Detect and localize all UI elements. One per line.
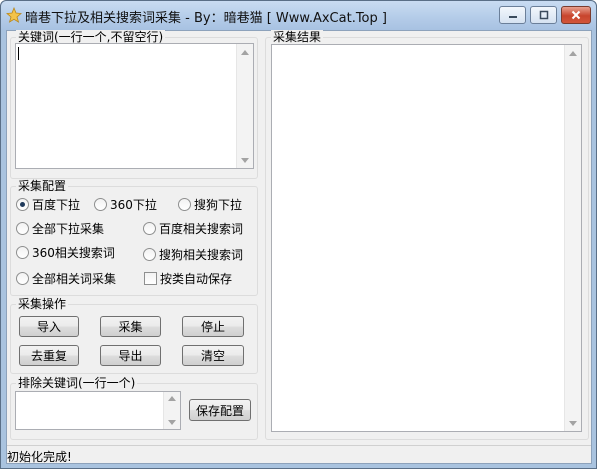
save-config-button[interactable]: 保存配置 <box>189 399 251 421</box>
status-text: 初始化完成! <box>7 450 72 464</box>
close-icon <box>571 10 581 20</box>
option-sogou-dropdown[interactable]: 搜狗下拉 <box>178 196 242 213</box>
scroll-down-icon[interactable] <box>565 415 581 431</box>
option-sogou-related[interactable]: 搜狗相关搜索词 <box>143 246 243 263</box>
config-label: 采集配置 <box>16 179 69 193</box>
keywords-group: 关键词(一行一个,不留空行) <box>10 30 258 179</box>
radio-selected-icon[interactable] <box>16 198 29 211</box>
exclude-scrollbar[interactable] <box>163 392 180 429</box>
actions-label: 采集操作 <box>16 297 69 311</box>
option-baidu-related[interactable]: 百度相关搜索词 <box>143 220 243 237</box>
option-360-dropdown[interactable]: 360下拉 <box>94 196 157 213</box>
results-output[interactable] <box>271 44 582 432</box>
clear-button[interactable]: 清空 <box>182 345 244 366</box>
option-baidu-dropdown[interactable]: 百度下拉 <box>16 196 80 213</box>
keywords-input[interactable] <box>15 43 254 169</box>
keywords-label: 关键词(一行一个,不留空行) <box>16 30 166 44</box>
radio-icon[interactable] <box>94 198 107 211</box>
client-area: 关键词(一行一个,不留空行) 采集配置 百度下拉 360下拉 搜狗下拉 全部下拉… <box>6 30 592 464</box>
app-window: 暗巷下拉及相关搜索词采集 - By：暗巷猫 [ Www.AxCat.Top ] … <box>0 0 597 469</box>
option-label: 百度下拉 <box>32 198 81 212</box>
option-label: 全部相关词采集 <box>32 272 117 286</box>
scroll-up-icon[interactable] <box>565 45 581 61</box>
radio-icon[interactable] <box>16 246 29 259</box>
results-scrollbar[interactable] <box>564 45 581 431</box>
maximize-icon <box>539 10 548 20</box>
option-360-related[interactable]: 360相关搜索词 <box>16 244 115 261</box>
actions-group: 采集操作 导入 采集 停止 去重复 导出 清空 <box>10 297 258 374</box>
option-label: 搜狗下拉 <box>194 198 243 212</box>
radio-icon[interactable] <box>16 222 29 235</box>
minimize-button[interactable] <box>499 6 526 24</box>
minimize-icon <box>508 16 517 18</box>
option-label: 360下拉 <box>110 198 157 212</box>
scroll-down-icon[interactable] <box>164 416 180 429</box>
config-group: 采集配置 百度下拉 360下拉 搜狗下拉 全部下拉采集 百度相关搜索词 360相… <box>10 179 258 296</box>
maximize-button[interactable] <box>530 6 557 24</box>
import-button[interactable]: 导入 <box>19 316 79 337</box>
exclude-label: 排除关键词(一行一个) <box>16 376 138 390</box>
radio-icon[interactable] <box>16 272 29 285</box>
window-title: 暗巷下拉及相关搜索词采集 - By：暗巷猫 [ Www.AxCat.Top ] <box>25 11 387 26</box>
close-button[interactable] <box>561 6 591 24</box>
radio-icon[interactable] <box>143 248 156 261</box>
checkbox-icon[interactable] <box>144 272 157 285</box>
status-bar: 初始化完成! <box>7 445 591 464</box>
export-button[interactable]: 导出 <box>100 345 161 366</box>
results-group: 采集结果 <box>265 30 589 440</box>
collect-button[interactable]: 采集 <box>100 316 161 337</box>
title-bar[interactable]: 暗巷下拉及相关搜索词采集 - By：暗巷猫 [ Www.AxCat.Top ] <box>1 1 596 30</box>
checkbox-label: 按类自动保存 <box>160 272 233 286</box>
stop-button[interactable]: 停止 <box>182 316 244 337</box>
option-label: 百度相关搜索词 <box>159 222 244 236</box>
scroll-down-icon[interactable] <box>237 152 253 168</box>
scroll-up-icon[interactable] <box>237 44 253 60</box>
option-label: 搜狗相关搜索词 <box>159 248 244 262</box>
radio-icon[interactable] <box>143 222 156 235</box>
option-all-related[interactable]: 全部相关词采集 <box>16 270 116 287</box>
save-by-type-checkbox[interactable]: 按类自动保存 <box>144 270 232 287</box>
option-all-dropdown[interactable]: 全部下拉采集 <box>16 220 104 237</box>
exclude-input[interactable] <box>15 391 181 430</box>
keywords-scrollbar[interactable] <box>236 44 253 168</box>
results-label: 采集结果 <box>271 30 324 44</box>
option-label: 360相关搜索词 <box>32 246 115 260</box>
exclude-group: 排除关键词(一行一个) 保存配置 <box>10 376 258 440</box>
text-caret <box>18 47 19 60</box>
scroll-up-icon[interactable] <box>164 392 180 405</box>
option-label: 全部下拉采集 <box>32 222 105 236</box>
radio-icon[interactable] <box>178 198 191 211</box>
dedupe-button[interactable]: 去重复 <box>19 345 79 366</box>
app-icon <box>6 7 22 23</box>
